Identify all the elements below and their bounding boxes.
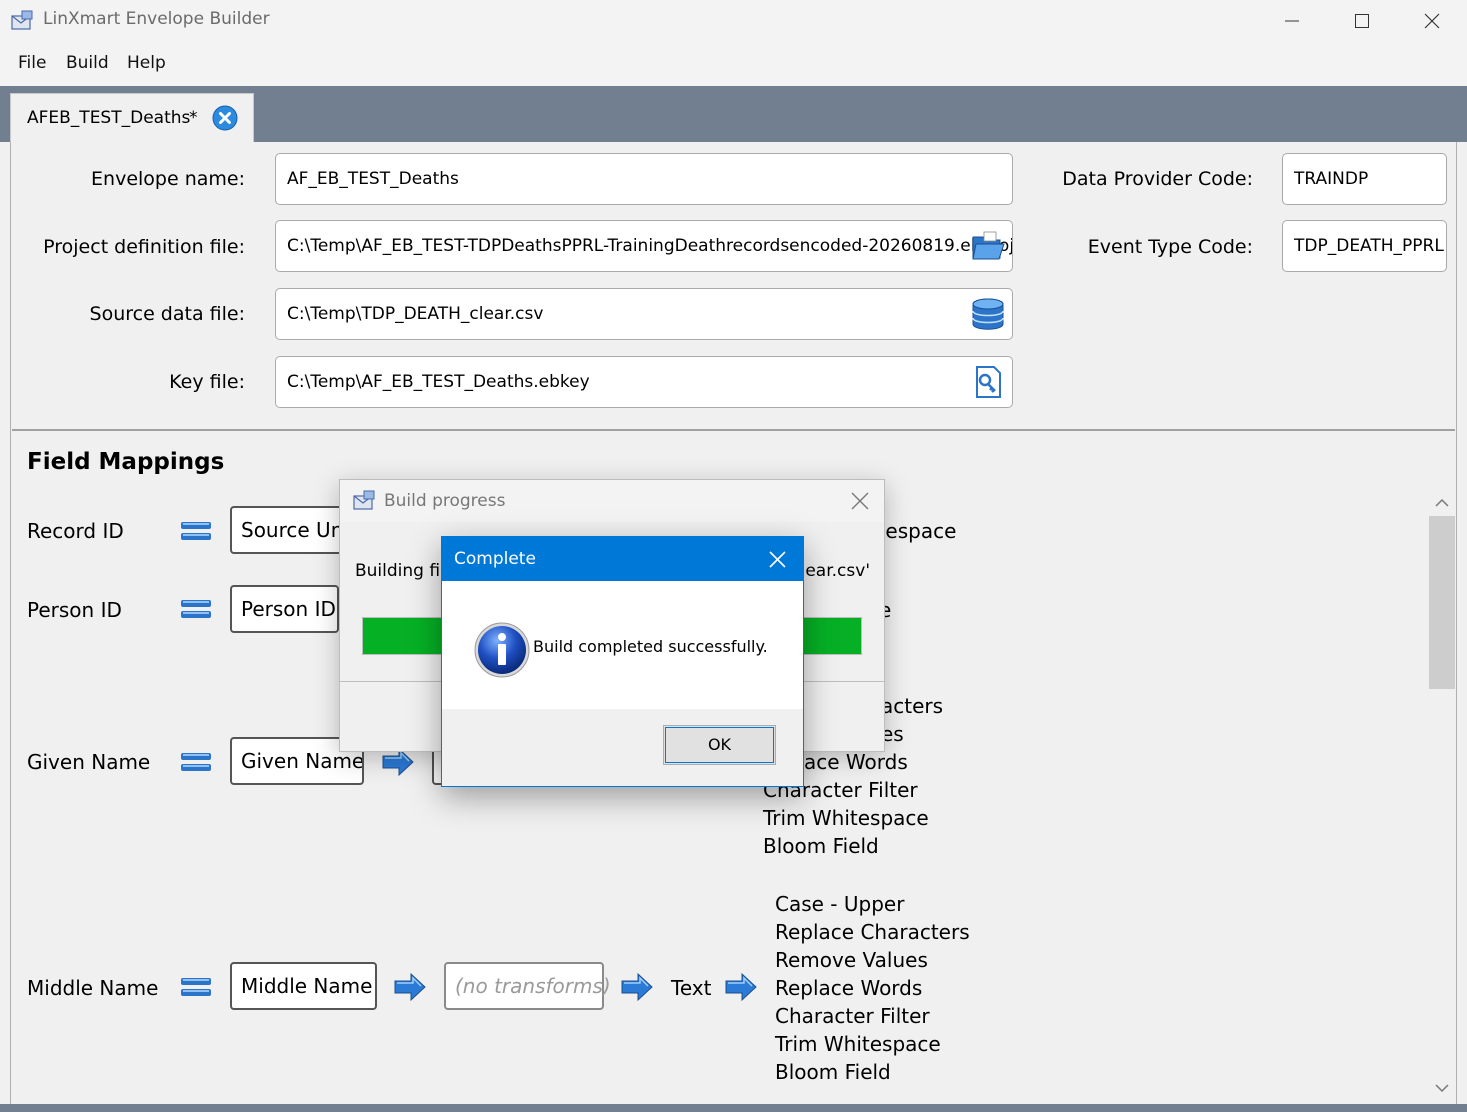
middle-name-transform-list: Case - Upper Replace Characters Remove V… bbox=[775, 890, 970, 1086]
menu-bar: File Build Help bbox=[0, 42, 1467, 86]
complete-title-bar: Complete bbox=[442, 537, 803, 581]
minimize-icon bbox=[1285, 20, 1299, 22]
project-file-value: C:\Temp\AF_EB_TEST-TDPDeathsPPRL-Trainin… bbox=[287, 236, 1013, 256]
list-item: Trim Whitespace bbox=[763, 806, 929, 830]
close-icon bbox=[1424, 13, 1440, 29]
event-type-input[interactable]: TDP_DEATH_PPRL bbox=[1282, 220, 1447, 272]
tab-label: AFEB_TEST_Deaths bbox=[27, 108, 191, 128]
menu-help[interactable]: Help bbox=[127, 53, 166, 73]
tab-strip: AFEB_TEST_Deaths * bbox=[0, 86, 1467, 142]
key-file-input[interactable]: C:\Temp\AF_EB_TEST_Deaths.ebkey bbox=[275, 356, 1013, 408]
middle-name-source[interactable]: Middle Name bbox=[230, 962, 377, 1010]
tab-afeb-test-deaths[interactable]: AFEB_TEST_Deaths * bbox=[10, 93, 254, 142]
list-item: Replace Characters bbox=[775, 920, 970, 944]
envelope-name-input[interactable]: AF_EB_TEST_Deaths bbox=[275, 153, 1013, 205]
event-type-label: Event Type Code: bbox=[1087, 236, 1253, 258]
field-mappings-title: Field Mappings bbox=[27, 449, 225, 475]
envelope-name-label: Envelope name: bbox=[91, 168, 245, 190]
close-icon[interactable] bbox=[850, 491, 870, 511]
tab-modified-marker: * bbox=[189, 108, 198, 128]
record-id-label: Record ID bbox=[27, 519, 124, 543]
scroll-down-icon[interactable] bbox=[1432, 1080, 1452, 1096]
project-file-input[interactable]: C:\Temp\AF_EB_TEST-TDPDeathsPPRL-Trainin… bbox=[275, 220, 1013, 272]
menu-file[interactable]: File bbox=[18, 53, 46, 73]
complete-body: Build completed successfully. bbox=[442, 581, 803, 709]
middle-name-transforms-box[interactable]: (no transforms) bbox=[444, 962, 611, 1010]
progress-text-start: Building fil bbox=[355, 561, 445, 581]
maximize-icon bbox=[1355, 14, 1369, 28]
list-item: Bloom Field bbox=[775, 1060, 891, 1084]
arrow-right-icon bbox=[725, 972, 757, 1002]
close-circle-icon[interactable] bbox=[212, 105, 238, 131]
envelope-app-icon bbox=[11, 10, 33, 30]
middle-name-label: Middle Name bbox=[27, 976, 159, 1000]
provider-code-label: Data Provider Code: bbox=[1062, 168, 1253, 190]
close-button[interactable] bbox=[1397, 0, 1467, 42]
arrow-right-icon bbox=[621, 972, 653, 1002]
key-document-icon[interactable] bbox=[970, 364, 1006, 400]
list-item: Replace Words bbox=[775, 976, 923, 1000]
key-file-label: Key file: bbox=[169, 371, 245, 393]
equals-icon bbox=[181, 522, 211, 540]
equals-icon bbox=[181, 753, 211, 771]
person-id-source[interactable]: Person ID bbox=[230, 585, 339, 633]
close-icon[interactable] bbox=[768, 550, 787, 569]
complete-message: Build completed successfully. bbox=[533, 637, 768, 656]
list-item: Case - Upper bbox=[775, 892, 905, 916]
source-file-value: C:\Temp\TDP_DEATH_clear.csv bbox=[287, 304, 544, 324]
menu-build[interactable]: Build bbox=[66, 53, 109, 73]
project-file-label: Project definition file: bbox=[43, 236, 245, 258]
title-bar: LinXmart Envelope Builder bbox=[0, 0, 1467, 42]
event-type-value: TDP_DEATH_PPRL bbox=[1294, 236, 1444, 256]
equals-icon bbox=[181, 600, 211, 618]
section-divider bbox=[12, 429, 1455, 431]
progress-title-bar: Build progress bbox=[340, 480, 884, 522]
record-id-source[interactable]: Source Uni bbox=[230, 506, 345, 554]
complete-dialog: Complete Build completed successfully. O… bbox=[441, 536, 804, 787]
list-item: Trim Whitespace bbox=[775, 1032, 941, 1056]
person-id-label: Person ID bbox=[27, 598, 122, 622]
complete-title: Complete bbox=[454, 549, 536, 569]
source-file-input[interactable]: C:\Temp\TDP_DEATH_clear.csv bbox=[275, 288, 1013, 340]
minimize-button[interactable] bbox=[1257, 0, 1327, 42]
scroll-up-icon[interactable] bbox=[1432, 495, 1452, 511]
arrow-right-icon bbox=[394, 972, 426, 1002]
provider-code-value: TRAINDP bbox=[1294, 169, 1369, 189]
given-name-label: Given Name bbox=[27, 750, 151, 774]
info-icon bbox=[474, 622, 530, 678]
progress-title: Build progress bbox=[384, 491, 506, 511]
middle-name-type: Text bbox=[671, 976, 712, 1000]
envelope-app-icon bbox=[353, 490, 375, 510]
ok-button[interactable]: OK bbox=[663, 725, 776, 765]
list-item: Remove Values bbox=[775, 948, 928, 972]
envelope-name-value: AF_EB_TEST_Deaths bbox=[287, 169, 459, 189]
scrollbar-thumb[interactable] bbox=[1429, 516, 1455, 689]
list-item: Character Filter bbox=[775, 1004, 930, 1028]
maximize-button[interactable] bbox=[1327, 0, 1397, 42]
key-file-value: C:\Temp\AF_EB_TEST_Deaths.ebkey bbox=[287, 372, 590, 392]
window-title: LinXmart Envelope Builder bbox=[43, 9, 270, 29]
provider-code-input[interactable]: TRAINDP bbox=[1282, 153, 1447, 205]
open-folder-icon[interactable] bbox=[970, 228, 1006, 264]
frame-bottom bbox=[0, 1104, 1467, 1112]
equals-icon bbox=[181, 978, 211, 996]
source-file-label: Source data file: bbox=[89, 303, 245, 325]
list-item: Bloom Field bbox=[763, 834, 879, 858]
database-icon[interactable] bbox=[970, 296, 1006, 332]
